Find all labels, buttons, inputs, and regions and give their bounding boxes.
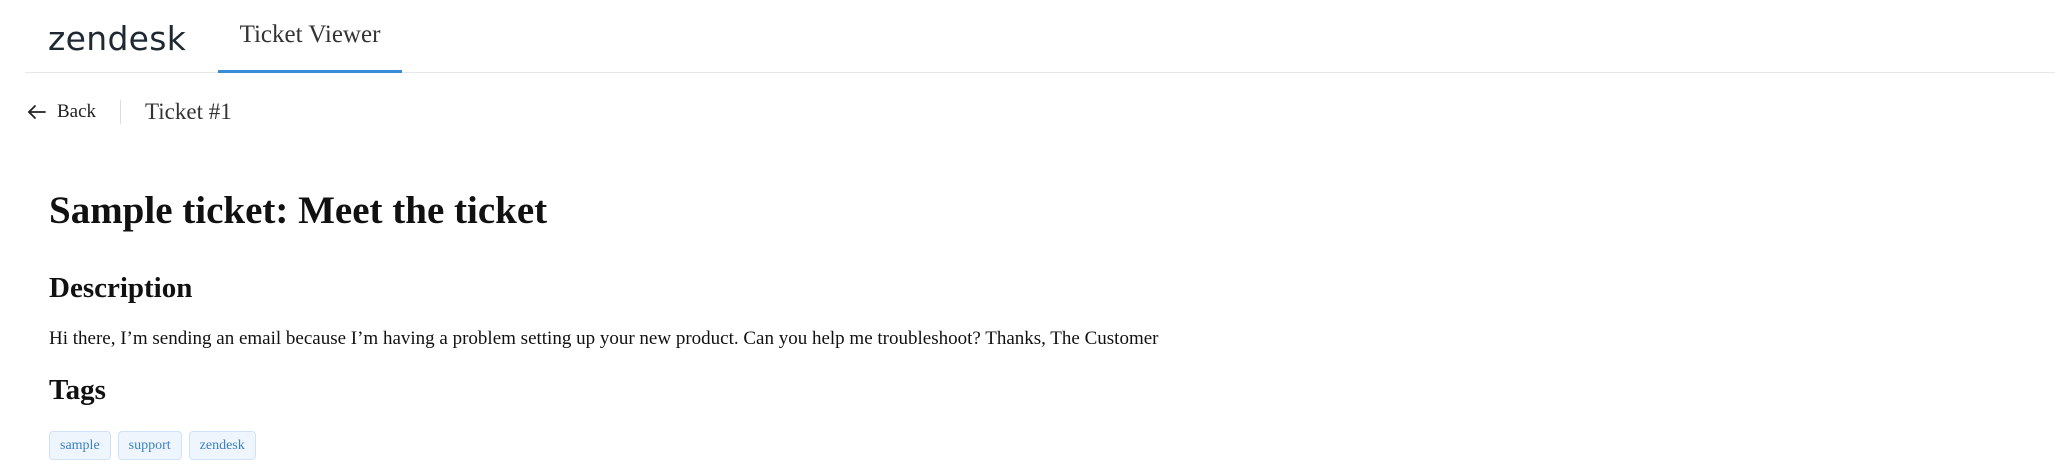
tag-zendesk[interactable]: zendesk (188, 431, 256, 460)
ticket-viewer-page: zendesk Ticket Viewer Back Ticket #1 Sam… (0, 0, 2056, 471)
ticket-description: Hi there, I’m sending an email because I… (49, 328, 1159, 349)
top-header: zendesk Ticket Viewer (25, 0, 2055, 73)
breadcrumb-current-ticket: Ticket #1 (145, 99, 232, 124)
ticket-details: Sample ticket: Meet the ticket Descripti… (49, 186, 1949, 460)
tag-list: sample support zendesk (49, 431, 256, 460)
tag-sample[interactable]: sample (49, 431, 111, 460)
tags-heading: Tags (49, 374, 106, 406)
ticket-title: Sample ticket: Meet the ticket (49, 189, 548, 232)
arrow-left-icon (25, 100, 49, 124)
breadcrumb: Back Ticket #1 (25, 96, 232, 128)
breadcrumb-divider (120, 100, 122, 124)
tab-ticket-viewer[interactable]: Ticket Viewer (218, 0, 402, 73)
back-label: Back (57, 101, 97, 122)
tag-support[interactable]: support (117, 431, 182, 460)
zendesk-logo[interactable]: zendesk (48, 18, 186, 60)
description-heading: Description (49, 272, 193, 304)
back-button[interactable]: Back (25, 96, 96, 128)
